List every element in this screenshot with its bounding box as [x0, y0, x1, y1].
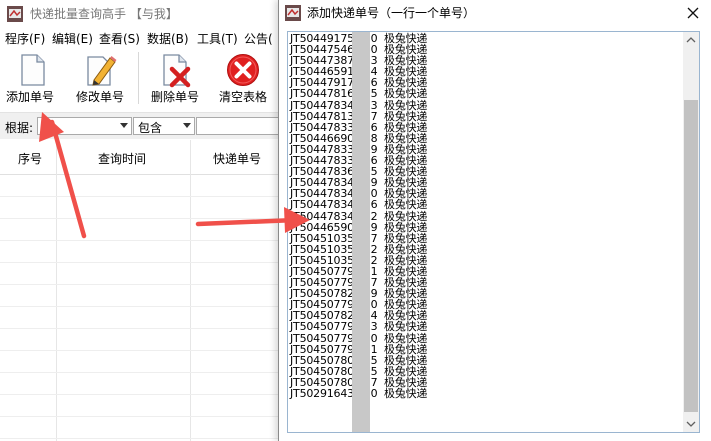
- dialog-titlebar: 添加快递单号（一行一个单号）: [279, 0, 711, 26]
- filter-label: 根据:: [5, 121, 34, 135]
- tracking-number-lines: JT504491753 0 极兔快递 JT504475466 0 极兔快递 JT50…: [290, 33, 680, 399]
- scroll-thumb[interactable]: [684, 100, 698, 412]
- redaction-bar: [352, 32, 370, 432]
- window-title: 快递批量查询高手 【与我】: [30, 7, 178, 21]
- scroll-down-icon[interactable]: [683, 416, 699, 432]
- table-row: [0, 438, 290, 439]
- vertical-scrollbar[interactable]: [683, 32, 699, 432]
- tracking-numbers-textarea[interactable]: JT504491753 0 极兔快递 JT504475466 0 极兔快递 JT50…: [287, 31, 700, 433]
- menu-edit[interactable]: 编辑(E): [52, 30, 93, 47]
- main-titlebar: 快递批量查询高手 【与我】: [0, 0, 290, 28]
- edit-number-button[interactable]: 修改单号: [72, 50, 128, 106]
- table-row: [0, 218, 290, 219]
- filter-bar: 根据: 包含: [0, 112, 290, 139]
- delete-number-label: 删除单号: [150, 90, 199, 104]
- column-header-index[interactable]: 序号: [18, 150, 42, 167]
- clear-table-label: 清空表格: [218, 90, 267, 104]
- menu-data[interactable]: 数据(B): [147, 30, 189, 47]
- add-number-button[interactable]: 添加单号: [2, 50, 58, 106]
- table-row: [0, 350, 290, 351]
- table-row: [0, 262, 290, 263]
- table-row: [0, 306, 290, 307]
- tracking-number-line: JT504507794 0 极兔快递: [290, 331, 428, 345]
- clear-table-button[interactable]: 清空表格: [214, 50, 272, 106]
- pencil-document-icon: [87, 56, 117, 86]
- column-divider: [190, 140, 191, 441]
- menu-program[interactable]: 程序(F): [5, 30, 45, 47]
- filter-condition-select[interactable]: 包含: [133, 117, 195, 135]
- table-row: [0, 394, 290, 395]
- table-row: [0, 372, 290, 373]
- column-header-tracking-number[interactable]: 快递单号: [213, 150, 261, 167]
- document-icon: [21, 54, 45, 86]
- tracking-number-line: JT504478344 6 极兔快递: [290, 198, 428, 212]
- dialog-title: 添加快递单号（一行一个单号）: [307, 6, 476, 20]
- column-divider: [56, 140, 57, 441]
- table-header: 序号 查询时间 快递单号: [0, 140, 290, 175]
- filter-condition-value: 包含: [138, 121, 163, 135]
- table-row: [0, 284, 290, 285]
- tracking-number-line: JT504507798 3 极兔快递: [290, 320, 428, 334]
- scroll-up-icon[interactable]: [683, 32, 699, 48]
- tracking-number-line: JT504478344 2 极兔快递: [290, 209, 428, 223]
- add-number-label: 添加单号: [5, 90, 54, 104]
- toolbar-separator: [138, 52, 139, 104]
- red-x-circle-icon: [227, 54, 259, 86]
- tracking-number-line: JT504478160 5 极兔快递: [290, 87, 428, 101]
- table-row: [0, 328, 290, 329]
- filter-input[interactable]: [196, 117, 290, 135]
- chevron-down-icon: [120, 123, 128, 128]
- edit-number-label: 修改单号: [75, 90, 124, 104]
- close-icon[interactable]: [681, 2, 705, 24]
- toolbar: 添加单号 修改单号 删除单号 清空表格: [0, 48, 290, 110]
- table-row: [0, 240, 290, 241]
- menu-view[interactable]: 查看(S): [99, 30, 140, 47]
- main-window: 快递批量查询高手 【与我】 程序(F) 编辑(E) 查看(S) 数据(B) 工具…: [0, 0, 290, 441]
- table-row: [0, 416, 290, 417]
- menu-tools[interactable]: 工具(T): [197, 30, 238, 47]
- tracking-number-line: JT504478340 3 极兔快递: [290, 98, 428, 112]
- delete-document-icon: [163, 54, 191, 88]
- delete-number-button[interactable]: 删除单号: [147, 50, 203, 106]
- add-number-dialog: 添加快递单号（一行一个单号） JT504491753 0 极兔快递 JT50447…: [278, 0, 711, 441]
- menubar: 程序(F) 编辑(E) 查看(S) 数据(B) 工具(T) 公告(: [0, 28, 290, 48]
- column-header-query-time[interactable]: 查询时间: [98, 150, 146, 167]
- app-icon: [285, 5, 301, 21]
- filter-field-select[interactable]: [37, 117, 132, 135]
- table-row: [0, 196, 290, 197]
- tracking-number-line: JT502916430 0 极兔快递: [290, 387, 428, 400]
- chevron-down-icon: [183, 123, 191, 128]
- app-icon: [7, 6, 23, 22]
- menu-notice[interactable]: 公告(: [244, 30, 273, 47]
